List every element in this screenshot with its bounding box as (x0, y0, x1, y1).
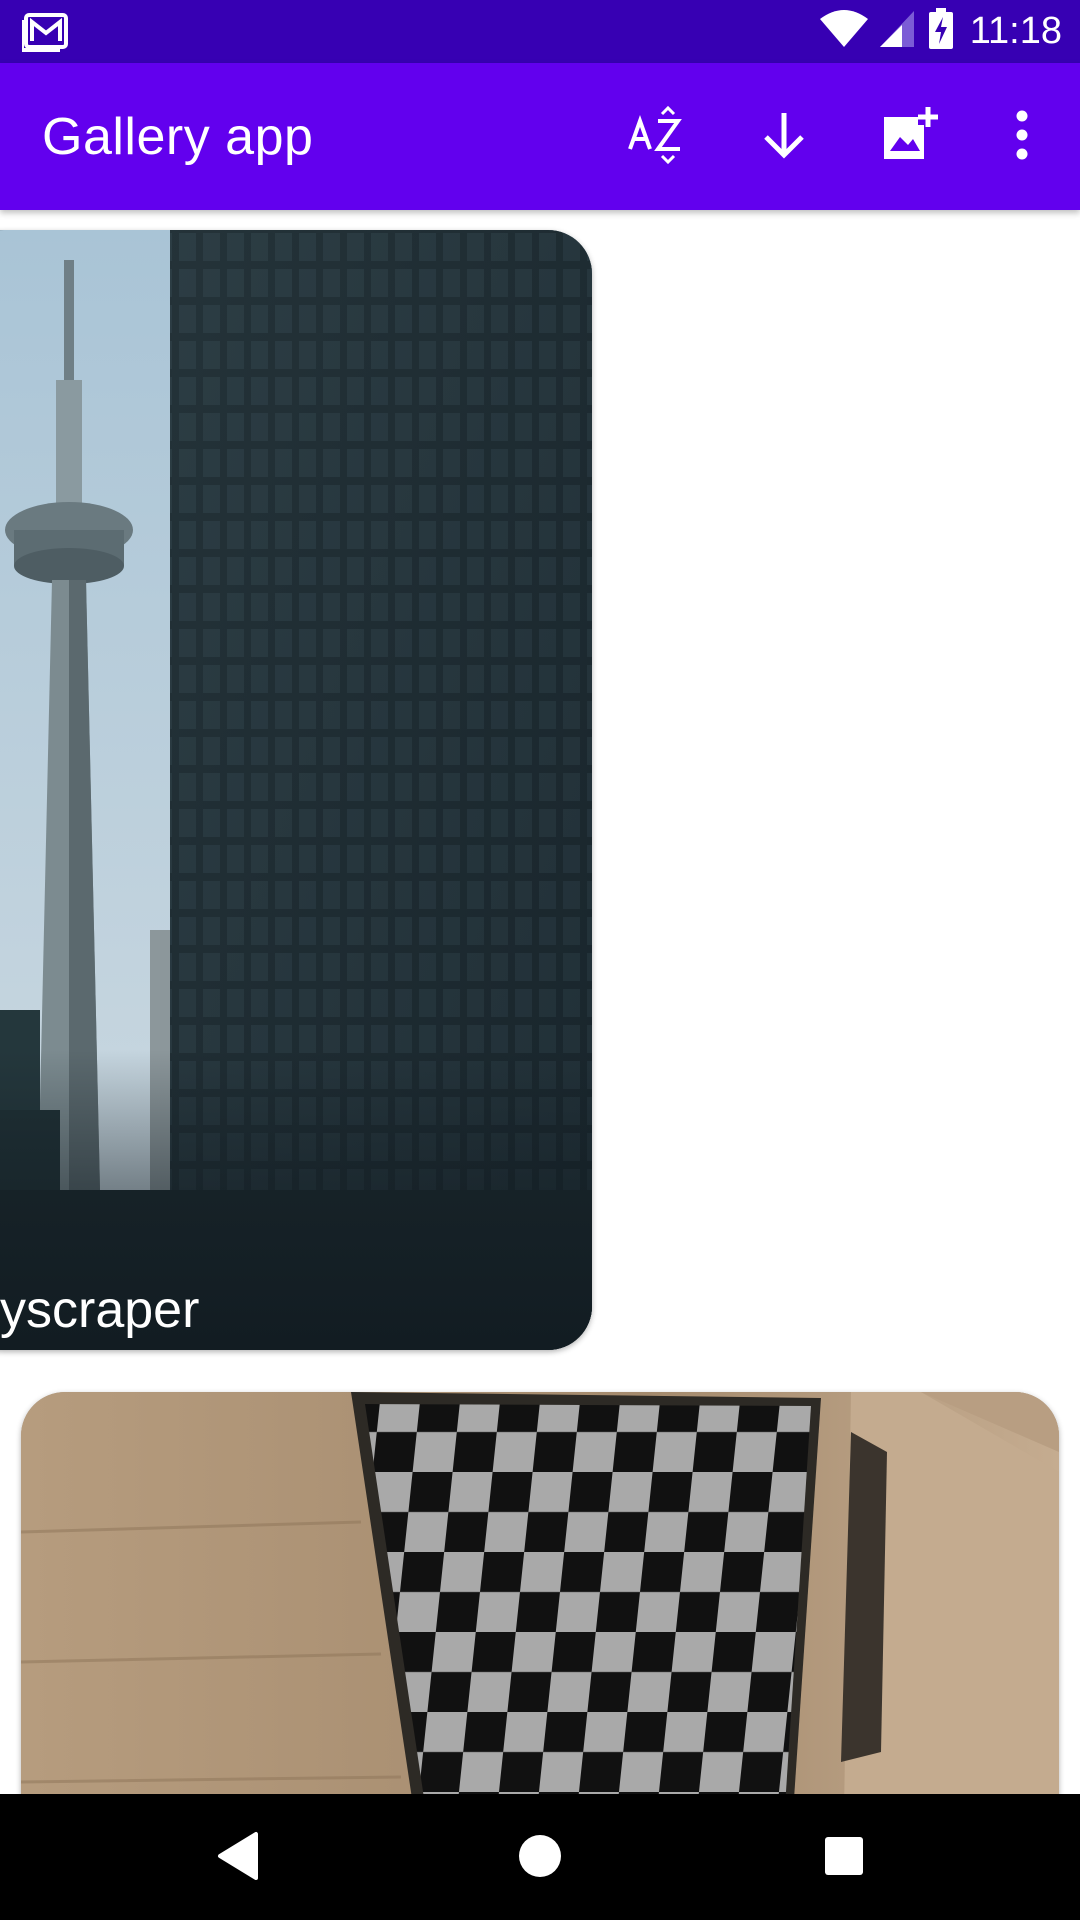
home-icon (517, 1833, 563, 1884)
sort-az-button[interactable] (620, 101, 692, 173)
navigation-bar (0, 1794, 1080, 1920)
download-button[interactable] (748, 101, 820, 173)
gallery-card[interactable]: yscraper (0, 230, 592, 1350)
battery-charging-icon (928, 8, 954, 55)
recents-button[interactable] (806, 1820, 882, 1896)
gallery-image (21, 1392, 1059, 1794)
app-title: Gallery app (42, 108, 314, 166)
clock: 11:18 (969, 10, 1062, 52)
sort-az-icon (626, 105, 686, 170)
gallery-image (0, 230, 592, 1350)
back-icon (216, 1831, 260, 1886)
home-button[interactable] (502, 1820, 578, 1896)
wifi-icon (819, 9, 868, 54)
back-button[interactable] (200, 1820, 276, 1896)
overflow-menu-button[interactable] (986, 101, 1058, 173)
download-icon (756, 107, 812, 168)
signal-icon (878, 9, 918, 54)
add-photo-icon (880, 105, 940, 170)
add-photo-button[interactable] (874, 101, 946, 173)
recents-icon (823, 1835, 865, 1882)
card-caption: yscraper (0, 1281, 200, 1339)
gmail-icon (20, 12, 70, 57)
status-bar: 11:18 (0, 0, 1080, 63)
gallery-list[interactable]: yscraper (0, 210, 1080, 1794)
overflow-menu-icon (1012, 109, 1032, 166)
gallery-card[interactable] (21, 1392, 1059, 1794)
app-bar: Gallery app (0, 63, 1080, 210)
